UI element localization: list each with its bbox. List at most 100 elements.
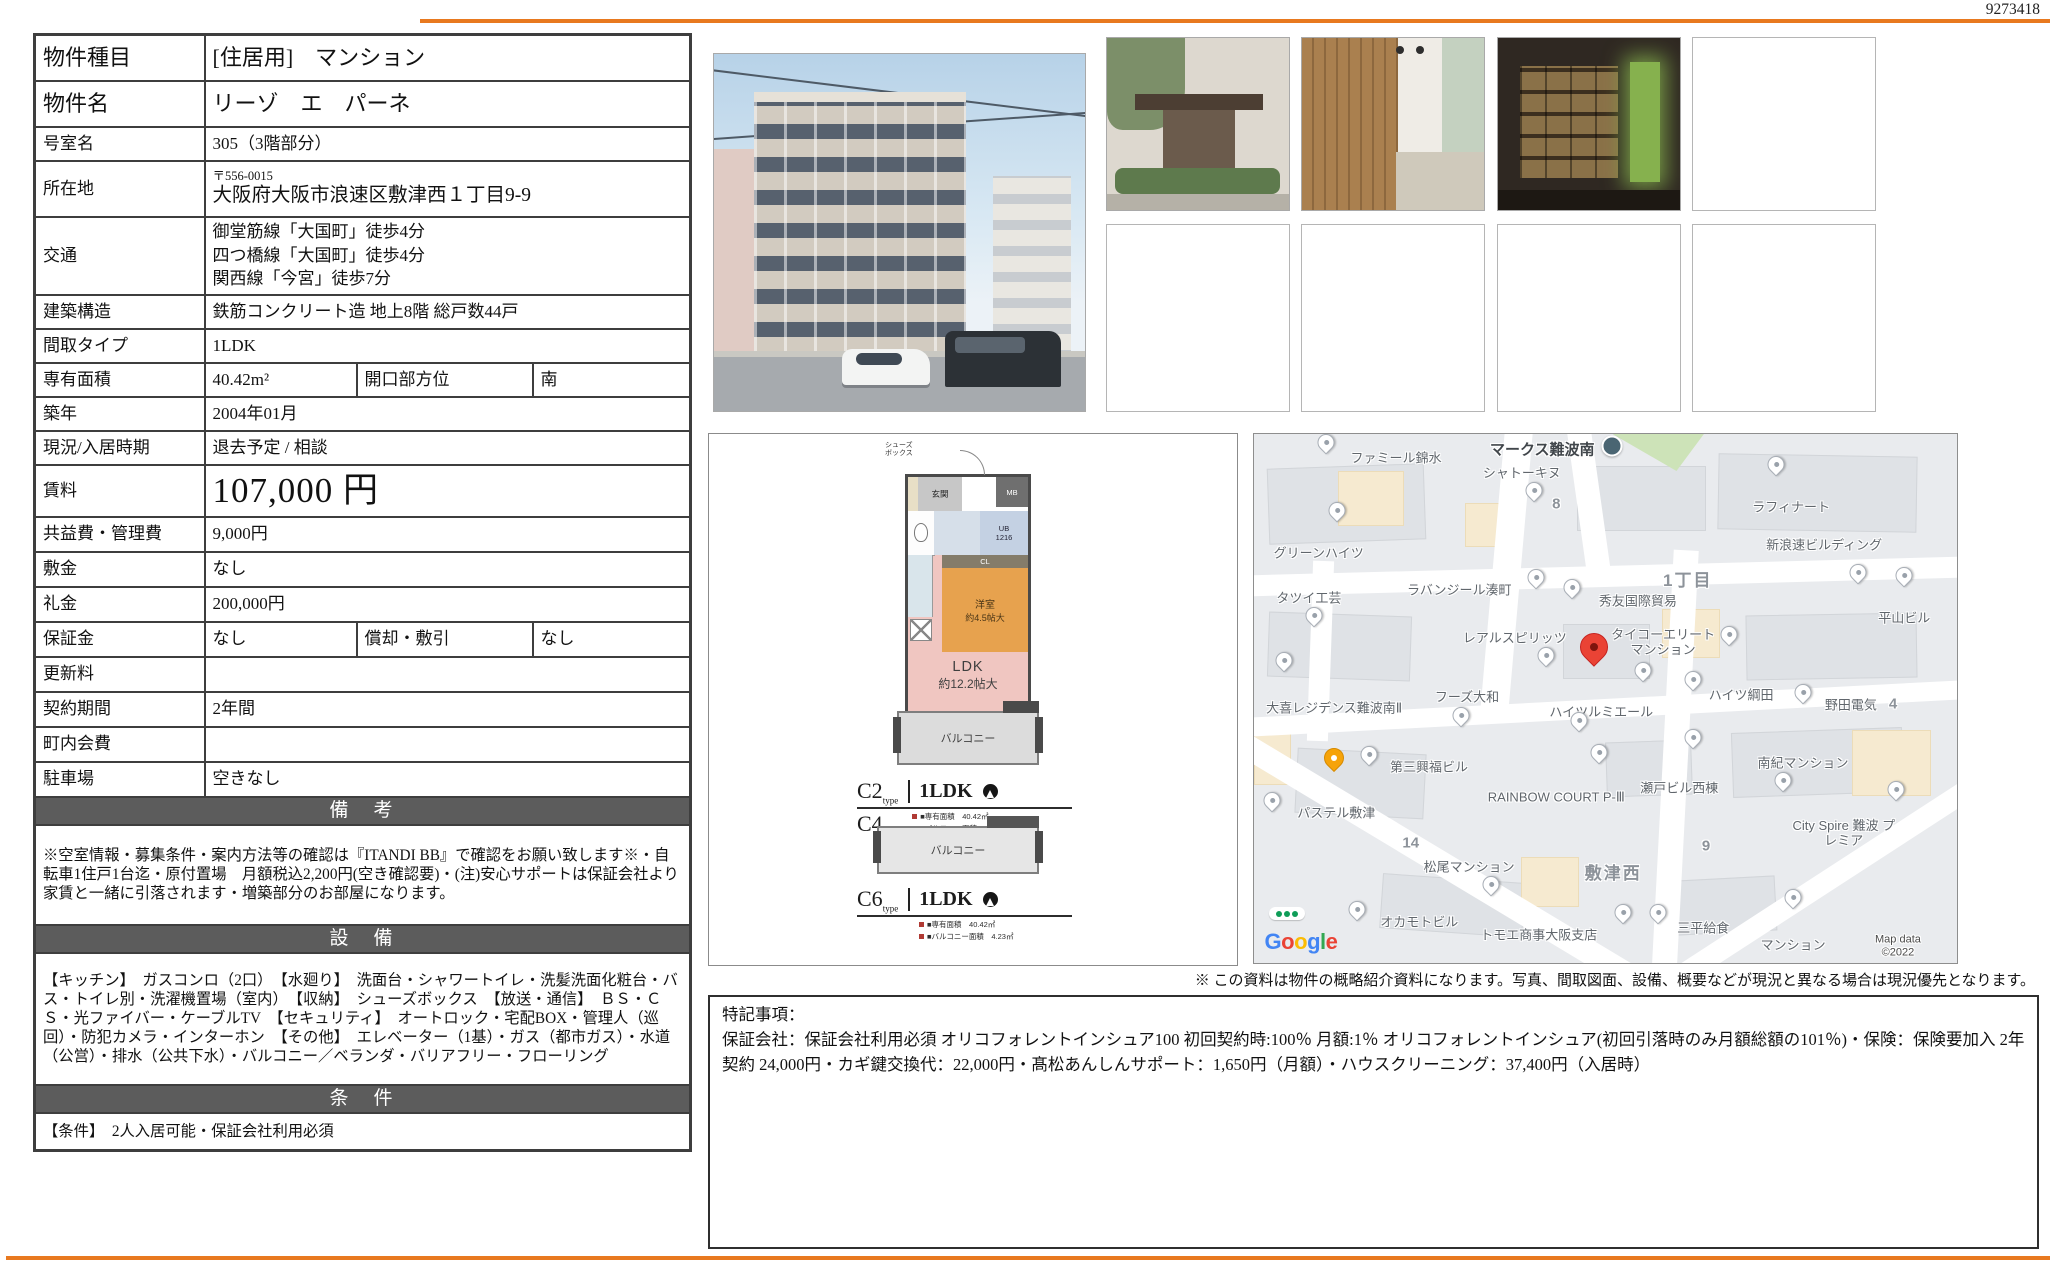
value-maintenance-fee: 9,000円 [205, 517, 691, 552]
map-label: 敷津西 [1585, 864, 1642, 884]
google-letter: o [1281, 929, 1294, 954]
value-address: 〒556-0015 大阪府大阪市浪速区敷津西１丁目9-9 [205, 161, 691, 217]
value-layout-type: 1LDK [205, 329, 691, 363]
legend-areas: ■専有面積 40.42㎡ ■バルコニー面積 4.23㎡ [919, 919, 1013, 942]
label-address: 所在地 [35, 161, 205, 217]
white-map-pin [1884, 777, 1908, 801]
entrance-door-arc [960, 450, 985, 475]
row-address: 所在地 〒556-0015 大阪府大阪市浪速区敷津西１丁目9-9 [35, 161, 691, 217]
map-label: オカモトビル [1380, 915, 1458, 930]
map-label: トモエ商事大阪支店 [1480, 929, 1597, 944]
neighbor-building-left [714, 149, 756, 357]
transport-line: 四つ橋線「大国町」徒歩4分 [213, 244, 683, 268]
photo-placeholder [1497, 224, 1681, 412]
row-remarks-header: 備 考 [35, 797, 691, 825]
kitchen-counter [908, 555, 933, 617]
row-renewal-fee: 更新料 [35, 657, 691, 692]
balcony-2: バルコニー [877, 826, 1039, 874]
row-key-money: 礼金 200,000円 [35, 587, 691, 622]
photo-entrance [1106, 37, 1290, 211]
white-map-pin [1771, 768, 1795, 792]
row-equipment-header: 設 備 [35, 925, 691, 953]
label-renewal-fee: 更新料 [35, 657, 205, 692]
conditions-header: 条 件 [35, 1085, 691, 1113]
label-layout-type: 間取タイプ [35, 329, 205, 363]
type-label-c6: C6type [857, 886, 898, 913]
row-conditions-text: 【条件】 2人入居可能・保証会社利用必須 [35, 1113, 691, 1151]
label-parking: 駐車場 [35, 762, 205, 797]
type-c2: C2 [857, 778, 883, 803]
row-maintenance-fee: 共益費・管理費 9,000円 [35, 517, 691, 552]
white-map-pin [1846, 561, 1870, 585]
unit-bath: UB 1216 [980, 511, 1028, 555]
compass-icon [983, 784, 998, 799]
row-property-type: 物件種目 [住居用] マンション [35, 35, 691, 81]
map-label: 4 [1889, 695, 1897, 712]
value-parking: 空きなし [205, 762, 691, 797]
green-light-panel [1630, 62, 1660, 182]
map-label: 8 [1552, 495, 1560, 512]
label-structure: 建築構造 [35, 295, 205, 329]
photo-placeholder [1692, 224, 1876, 412]
white-map-pin [1524, 565, 1548, 589]
map-label: 1丁目 [1663, 571, 1712, 591]
white-map-pin [1611, 901, 1635, 925]
white-map-pin [1681, 667, 1705, 691]
floorplan-legend-c6: C6type 1LDK ■専有面積 40.42㎡ ■バルコニー面積 4.23㎡ [857, 886, 1107, 942]
value-room-no: 305（3階部分） [205, 127, 691, 161]
equipment-header: 設 備 [35, 925, 691, 953]
map-label: 9 [1702, 837, 1710, 854]
label-contract-period: 契約期間 [35, 692, 205, 727]
row-area: 専有面積 40.42m² 開口部方位 南 [35, 363, 691, 397]
balcony-step [987, 816, 1039, 828]
row-parking: 駐車場 空きなし [35, 762, 691, 797]
label-property-type: 物件種目 [35, 35, 205, 81]
google-letter: G [1265, 929, 1282, 954]
red-map-pin [1574, 627, 1614, 667]
value-area: 40.42m² [205, 363, 357, 397]
white-map-pin [1260, 789, 1284, 813]
bedroom: 洋室 約4.5帖大 [942, 568, 1028, 652]
plan-type-label: 1LDK [908, 888, 972, 911]
top-border-line [420, 19, 2050, 23]
legend-line: ■バルコニー面積 4.23㎡ [919, 931, 1013, 942]
map-label: City Spire 難波 プレミア [1787, 819, 1900, 849]
closet-strip: CL [942, 555, 1028, 568]
photo-hallway [1301, 37, 1485, 211]
balcony-label: バルコニー [931, 842, 986, 858]
value-deposit: なし [205, 552, 691, 587]
white-map-pin [1272, 648, 1296, 672]
map-annotations: ファミール錦水マークス難波南シャトーキヌ8ラフィナート新浪速ビルディンググリーン… [1254, 434, 1957, 963]
special-notes-box: 特記事項： 保証会社：保証会社利用必須 オリコフォレントインシュア100 初回契… [708, 995, 2039, 1249]
ldk-label-group: LDK 約12.2帖大 [908, 659, 1028, 692]
white-map-pin [1717, 622, 1741, 646]
balcony-label: バルコニー [941, 730, 996, 746]
value-town-fee [205, 727, 691, 762]
label-property-name: 物件名 [35, 81, 205, 127]
map-label: ファミール錦水 [1350, 451, 1441, 466]
row-town-fee: 町内会費 [35, 727, 691, 762]
value-property-type: [住居用] マンション [205, 35, 691, 81]
main-building [754, 92, 966, 370]
label-transport: 交通 [35, 217, 205, 295]
map-label: タツイ工芸 [1276, 592, 1341, 607]
white-map-pin [1449, 703, 1473, 727]
mailbox-grid [1520, 66, 1618, 178]
bedroom-label: 洋室 [975, 596, 995, 611]
row-transport: 交通 御堂筋線「大国町」徒歩4分 四つ橋線「大国町」徒歩4分 関西線「今宮」徒歩… [35, 217, 691, 295]
type-suffix: type [883, 903, 899, 913]
disclaimer-note: ※ この資料は物件の概略紹介資料になります。写真、間取図面、設備、概要などが現況… [708, 969, 2035, 990]
remarks-text: ※空室情報・募集条件・案内方法等の確認は『ITANDI BB』で確認をお願い致し… [35, 825, 691, 925]
hallway-wood-wall [1302, 38, 1398, 210]
map-label: 南紀マンション [1758, 757, 1849, 772]
teal-map-pin [1601, 436, 1622, 457]
value-structure: 鉄筋コンクリート造 地上8階 総戸数44戸 [205, 295, 691, 329]
white-map-pin [1357, 743, 1381, 767]
row-structure: 建築構造 鉄筋コンクリート造 地上8階 総戸数44戸 [35, 295, 691, 329]
transit-icon [1269, 907, 1305, 920]
white-map-pin [1345, 898, 1369, 922]
doc-number: 9273418 [1986, 1, 2040, 19]
floorplan-drawing: 玄関 MB UB 1216 CL 洋室 約4.5帖大 LDK 約12.2帖大 [905, 474, 1031, 714]
balcony-1: バルコニー [897, 711, 1039, 765]
legend-row: C2type 1LDK [857, 778, 1072, 809]
